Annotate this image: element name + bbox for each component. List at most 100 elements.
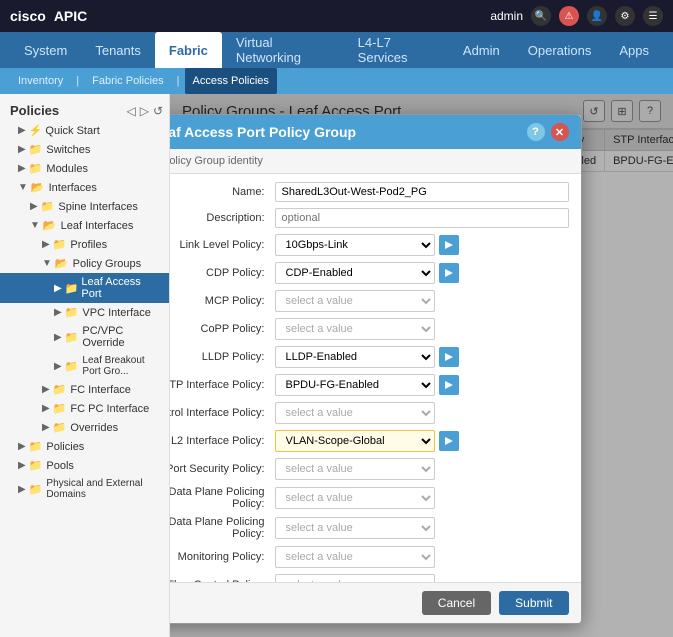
lldp-select[interactable]: LLDP-Enabled <box>275 346 435 368</box>
link-level-label: Link Level Policy: <box>170 239 275 251</box>
port-security-select[interactable]: select a value <box>275 458 435 480</box>
mcp-label: MCP Policy: <box>170 295 275 307</box>
sidebar-item-spine-interfaces[interactable]: ▶ 📁 Spine Interfaces <box>0 197 169 216</box>
modal-footer: Cancel Submit <box>170 582 581 623</box>
sidebar-item-vpc-interface[interactable]: ▶ 📁 VPC Interface <box>0 303 169 322</box>
subnav-fabric-policies[interactable]: Fabric Policies <box>84 68 172 94</box>
sidebar-label-policy-groups: Policy Groups <box>73 258 141 270</box>
sidebar-item-quick-start[interactable]: ▶ ⚡ Quick Start <box>0 121 169 140</box>
admin-label: admin <box>490 9 523 23</box>
l2-label: L2 Interface Policy: <box>170 435 275 447</box>
profiles-folder-icon: 📁 <box>53 238 67 251</box>
subnav-access-policies[interactable]: Access Policies <box>185 68 277 94</box>
sidebar-item-fc-interface[interactable]: ▶ 📁 FC Interface <box>0 380 169 399</box>
link-level-control: 10Gbps-Link <box>275 234 569 256</box>
nav-virtual-networking[interactable]: Virtual Networking <box>222 32 344 68</box>
nav-fabric[interactable]: Fabric <box>155 32 222 68</box>
cdp-action-btn[interactable] <box>439 263 459 283</box>
sidebar-item-pools[interactable]: ▶ 📁 Pools <box>0 456 169 475</box>
modal-close-btn[interactable]: ✕ <box>551 123 569 141</box>
sidebar-item-switches[interactable]: ▶ 📁 Switches <box>0 140 169 159</box>
pcvpc-folder-icon: 📁 <box>65 331 79 344</box>
fcpc-folder-icon: 📁 <box>53 402 67 415</box>
stp-select[interactable]: BPDU-FG-Enabled <box>275 374 435 396</box>
overrides-folder-icon: 📁 <box>53 421 67 434</box>
stp-control: BPDU-FG-Enabled <box>275 374 569 396</box>
sidebar-item-interfaces[interactable]: ▼ 📂 Interfaces <box>0 178 169 197</box>
profiles-expand-icon: ▶ <box>42 239 50 250</box>
policies-folder-icon: 📁 <box>29 440 43 453</box>
sidebar-item-policy-groups[interactable]: ▼ 📂 Policy Groups <box>0 254 169 273</box>
cdp-control: CDP-Enabled <box>275 262 569 284</box>
submit-button[interactable]: Submit <box>499 591 568 615</box>
sidebar-item-fc-pc-interface[interactable]: ▶ 📁 FC PC Interface <box>0 399 169 418</box>
search-icon[interactable]: 🔍 <box>531 6 551 26</box>
sidebar-label-pools: Pools <box>46 460 74 472</box>
copp-select[interactable]: select a value <box>275 318 435 340</box>
main-layout: Policies ◁ ▷ ↺ ▶ ⚡ Quick Start ▶ 📁 Switc… <box>0 94 673 637</box>
cdp-label: CDP Policy: <box>170 267 275 279</box>
gear-icon[interactable]: ☰ <box>643 6 663 26</box>
cdp-select[interactable]: CDP-Enabled <box>275 262 435 284</box>
sidebar-item-leaf-breakout[interactable]: ▶ 📁 Leaf Breakout Port Gro... <box>0 352 169 380</box>
sidebar-item-domains[interactable]: ▶ 📁 Physical and External Domains <box>0 475 169 503</box>
pfc-select[interactable]: select a value <box>275 574 435 582</box>
overrides-expand-icon: ▶ <box>42 422 50 433</box>
mcp-select[interactable]: select a value <box>275 290 435 312</box>
sidebar-item-policies[interactable]: ▶ 📁 Policies <box>0 437 169 456</box>
lldp-wrap: LLDP-Enabled <box>275 346 569 368</box>
sidebar-item-pc-vpc-override[interactable]: ▶ 📁 PC/VPC Override <box>0 322 169 352</box>
sidebar-item-leaf-access-port[interactable]: ▶ 📁 Leaf Access Port <box>0 273 169 303</box>
storm-label: Storm Control Interface Policy: <box>170 407 275 419</box>
pools-folder-icon: 📁 <box>29 459 43 472</box>
nav-operations[interactable]: Operations <box>514 32 606 68</box>
egress-select[interactable]: select a value <box>275 487 435 509</box>
sidebar-item-leaf-interfaces[interactable]: ▼ 📂 Leaf Interfaces <box>0 216 169 235</box>
cdp-wrap: CDP-Enabled <box>275 262 569 284</box>
nav-system[interactable]: System <box>10 32 81 68</box>
lldp-action-btn[interactable] <box>439 347 459 367</box>
settings-icon[interactable]: ⚙ <box>615 6 635 26</box>
form-row-cdp: CDP Policy: CDP-Enabled <box>170 262 569 284</box>
nav-admin[interactable]: Admin <box>449 32 514 68</box>
quick-start-icon: ⚡ <box>29 124 43 137</box>
vpc-folder-icon: 📁 <box>65 306 79 319</box>
sidebar-label-profiles: Profiles <box>70 239 107 251</box>
leaf-interfaces-expand-icon: ▼ <box>30 220 40 231</box>
port-security-control: select a value <box>275 458 569 480</box>
form-row-description: Description: <box>170 208 569 228</box>
l2-select[interactable]: VLAN-Scope-Global <box>275 430 435 452</box>
user-icon[interactable]: 👤 <box>587 6 607 26</box>
modal-help-btn[interactable]: ? <box>527 123 545 141</box>
monitoring-select[interactable]: select a value <box>275 546 435 568</box>
storm-select[interactable]: select a value <box>275 402 435 424</box>
sidebar-back-icon[interactable]: ◁ <box>126 104 135 118</box>
nav-apps[interactable]: Apps <box>605 32 663 68</box>
modal-header-icons: ? ✕ <box>527 123 569 141</box>
alert-icon[interactable]: ⚠ <box>559 6 579 26</box>
apic-title: APIC <box>54 8 87 24</box>
top-bar-right: admin 🔍 ⚠ 👤 ⚙ ☰ <box>490 6 663 26</box>
subnav-inventory[interactable]: Inventory <box>10 68 71 94</box>
fcpc-expand-icon: ▶ <box>42 403 50 414</box>
nav-l4l7[interactable]: L4-L7 Services <box>344 32 449 68</box>
description-input[interactable] <box>275 208 569 228</box>
stp-action-btn[interactable] <box>439 375 459 395</box>
sidebar-item-profiles[interactable]: ▶ 📁 Profiles <box>0 235 169 254</box>
nav-tenants[interactable]: Tenants <box>81 32 155 68</box>
cancel-button[interactable]: Cancel <box>422 591 491 615</box>
cisco-logo: cisco <box>10 8 46 24</box>
sidebar-item-modules[interactable]: ▶ 📁 Modules <box>0 159 169 178</box>
sidebar-forward-icon[interactable]: ▷ <box>140 104 149 118</box>
sidebar-refresh-icon[interactable]: ↺ <box>153 104 163 118</box>
link-level-select[interactable]: 10Gbps-Link <box>275 234 435 256</box>
sidebar-item-overrides[interactable]: ▶ 📁 Overrides <box>0 418 169 437</box>
lldp-control: LLDP-Enabled <box>275 346 569 368</box>
link-level-action-btn[interactable] <box>439 235 459 255</box>
form-row-mcp: MCP Policy: select a value <box>170 290 569 312</box>
form-row-port-security: Port Security Policy: select a value <box>170 458 569 480</box>
name-input[interactable] <box>275 182 569 202</box>
ingress-select[interactable]: select a value <box>275 517 435 539</box>
sidebar-label-interfaces: Interfaces <box>49 182 97 194</box>
l2-action-btn[interactable] <box>439 431 459 451</box>
